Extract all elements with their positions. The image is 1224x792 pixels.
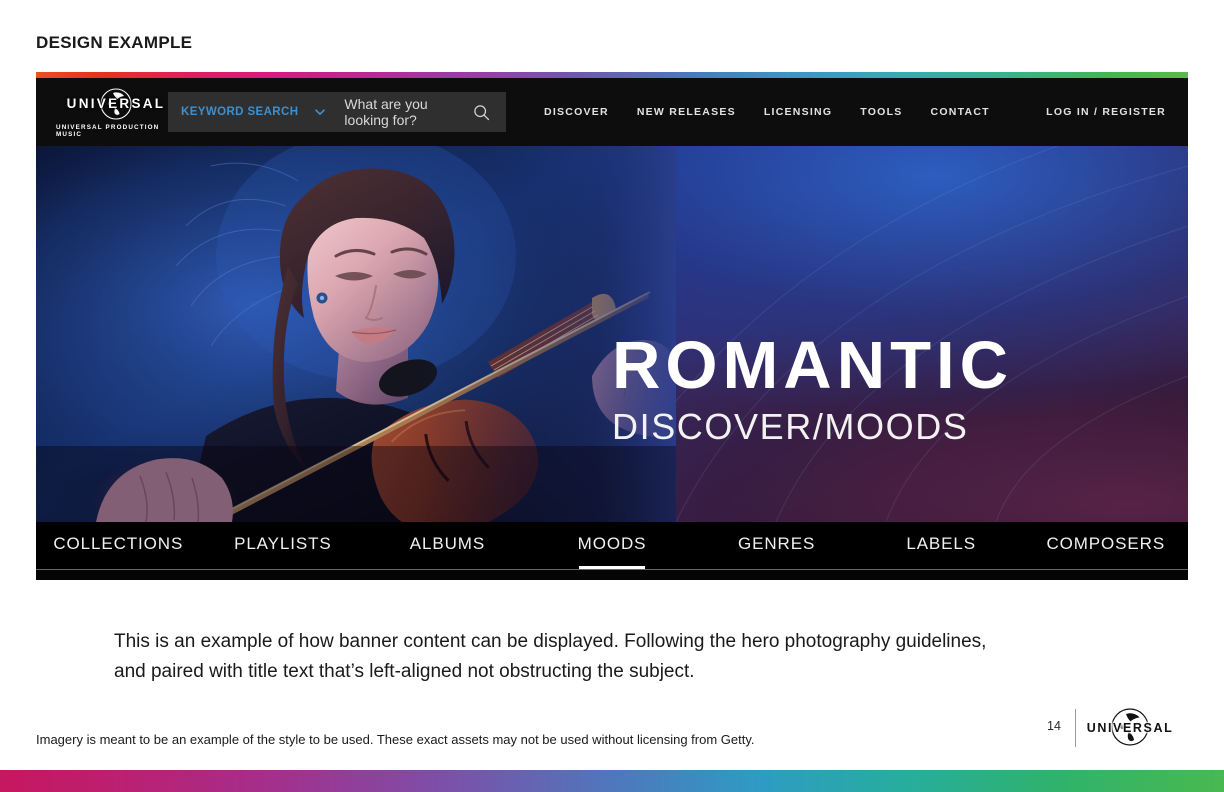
logo-tagline: UNIVERSAL PRODUCTION MUSIC: [56, 123, 160, 138]
hero-text-block: ROMANTIC DISCOVER/MOODS: [612, 332, 1013, 445]
site-header: UNIVERSAL UNIVERSAL PRODUCTION MUSIC KEY…: [36, 78, 1188, 146]
tab-label: MOODS: [577, 534, 647, 553]
category-tabbar: COLLECTIONS PLAYLISTS ALBUMS MOODS GENRE…: [36, 522, 1188, 570]
search-input[interactable]: What are you looking for?: [344, 96, 473, 128]
hero-photo-violinist: [36, 146, 676, 522]
website-banner-mockup: UNIVERSAL UNIVERSAL PRODUCTION MUSIC KEY…: [36, 72, 1188, 580]
footer-divider: [1075, 709, 1076, 747]
universal-footer-logo: UNIVERSAL: [1087, 708, 1172, 748]
tab-label: LABELS: [906, 534, 977, 553]
chevron-down-icon[interactable]: [314, 106, 326, 118]
logo-wordmark: UNIVERSAL: [66, 96, 166, 111]
rainbow-accent-strip: [36, 72, 1188, 78]
nav-item-licensing[interactable]: LICENSING: [764, 106, 832, 118]
search-filter-label[interactable]: KEYWORD SEARCH: [181, 106, 298, 118]
tab-moods[interactable]: MOODS: [530, 522, 695, 570]
tab-label: PLAYLISTS: [234, 534, 332, 553]
nav-item-discover[interactable]: DISCOVER: [544, 106, 609, 118]
footer-logo-wordmark: UNIVERSAL: [1086, 721, 1174, 735]
tab-label: GENRES: [738, 534, 816, 553]
tab-label: ALBUMS: [409, 534, 486, 553]
tab-playlists[interactable]: PLAYLISTS: [201, 522, 366, 570]
tab-collections[interactable]: COLLECTIONS: [36, 522, 201, 570]
tabbar-footer-band: [36, 570, 1188, 580]
page-number: 14: [1047, 719, 1061, 733]
hero-subtitle: DISCOVER/MOODS: [612, 406, 969, 447]
login-register-link[interactable]: LOG IN / REGISTER: [1046, 78, 1166, 146]
page-title: DESIGN EXAMPLE: [36, 33, 193, 52]
hero-section: ROMANTIC DISCOVER/MOODS: [36, 146, 1188, 522]
tab-label: COMPOSERS: [1046, 534, 1166, 553]
bottom-gradient-bar: [0, 770, 1224, 792]
search-bar[interactable]: KEYWORD SEARCH What are you looking for?: [168, 92, 506, 132]
nav-item-new-releases[interactable]: NEW RELEASES: [637, 106, 736, 118]
primary-navigation: DISCOVER NEW RELEASES LICENSING TOOLS CO…: [544, 78, 990, 146]
universal-production-music-logo[interactable]: UNIVERSAL UNIVERSAL PRODUCTION MUSIC: [56, 86, 176, 138]
nav-item-contact[interactable]: CONTACT: [931, 106, 990, 118]
nav-item-tools[interactable]: TOOLS: [860, 106, 902, 118]
tab-genres[interactable]: GENRES: [694, 522, 859, 570]
search-icon[interactable]: [473, 104, 490, 121]
hero-title: ROMANTIC: [612, 328, 1014, 403]
description-paragraph: This is an example of how banner content…: [114, 631, 987, 682]
tab-labels[interactable]: LABELS: [859, 522, 1024, 570]
tab-label: COLLECTIONS: [53, 534, 184, 553]
tab-albums[interactable]: ALBUMS: [365, 522, 530, 570]
disclaimer-text: Imagery is meant to be an example of the…: [36, 732, 755, 747]
tab-composers[interactable]: COMPOSERS: [1023, 522, 1188, 570]
